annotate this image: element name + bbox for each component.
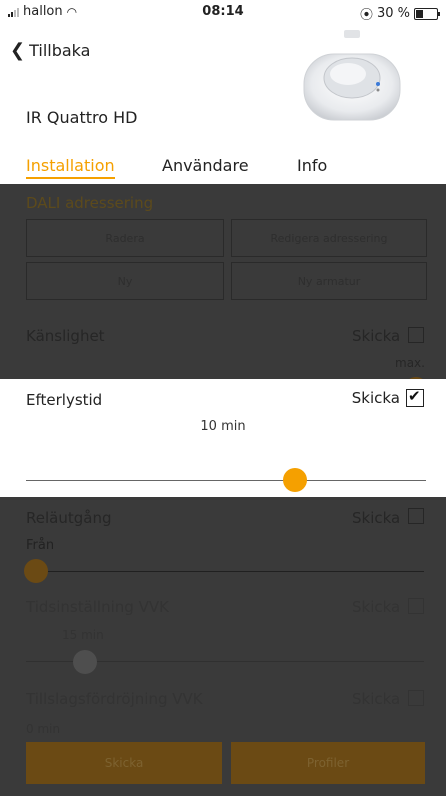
afterlight-send-label: Skicka <box>351 389 400 407</box>
new-fixture-button[interactable]: Ny armatur <box>231 262 427 300</box>
relay-slider-knob[interactable] <box>24 559 48 583</box>
hvac-delay-value: 0 min <box>26 722 61 736</box>
relay-slider-track <box>26 571 424 572</box>
status-right: ⦿ 30 % <box>359 4 440 23</box>
sensor-device-image <box>303 30 401 121</box>
tab-bar: Installation Användare Info <box>0 156 446 184</box>
hvac-delay-send-label: Skicka <box>352 690 401 708</box>
relay-send-label: Skicka <box>352 509 401 527</box>
chevron-left-icon: ❮ <box>10 40 26 61</box>
send-button[interactable]: Skicka <box>26 742 222 784</box>
tab-users[interactable]: Användare <box>162 156 249 175</box>
back-button[interactable]: ❮ Tillbaka <box>10 40 90 61</box>
profiles-button[interactable]: Profiler <box>231 742 425 784</box>
status-bar: hallon ◠ 08:14 ⦿ 30 % <box>0 0 446 23</box>
edit-addressing-button[interactable]: Redigera adressering <box>231 219 427 257</box>
rotation-lock-icon: ⦿ <box>359 8 373 23</box>
sensitivity-send-checkbox[interactable] <box>408 327 424 343</box>
relay-value: Från <box>26 538 55 553</box>
hvac-time-slider-knob[interactable] <box>73 650 97 674</box>
battery-icon <box>414 7 440 20</box>
hvac-delay-send-checkbox[interactable] <box>408 690 424 706</box>
dali-section-title: DALI adressering <box>26 194 154 212</box>
afterlight-value: 10 min <box>200 419 246 434</box>
sensitivity-label: Känslighet <box>26 327 105 345</box>
back-label: Tillbaka <box>29 41 91 60</box>
relay-label: Reläutgång <box>26 509 112 527</box>
afterlight-label: Efterlystid <box>26 391 103 409</box>
battery-percent: 30 % <box>376 6 410 21</box>
hvac-delay-label: Tillslagsfördröjning VVK <box>26 690 203 708</box>
new-button[interactable]: Ny <box>26 262 224 300</box>
tab-installation[interactable]: Installation <box>26 156 115 179</box>
sensitivity-send-label: Skicka <box>352 327 401 345</box>
afterlight-send-checkbox[interactable] <box>406 387 424 407</box>
relay-send-checkbox[interactable] <box>408 508 424 524</box>
sensitivity-value: max. <box>395 356 425 370</box>
clear-button[interactable]: Radera <box>26 219 224 257</box>
tab-info[interactable]: Info <box>297 156 327 175</box>
hvac-time-send-label: Skicka <box>352 598 401 616</box>
afterlight-send[interactable]: Skicka <box>351 387 424 407</box>
device-name: IR Quattro HD <box>26 108 138 127</box>
afterlight-slider-knob[interactable] <box>283 468 307 492</box>
hvac-time-value: 15 min <box>62 628 104 642</box>
hvac-time-label: Tidsinställning VVK <box>26 598 169 616</box>
hvac-time-send-checkbox[interactable] <box>408 598 424 614</box>
afterlight-slider-track <box>26 480 426 481</box>
afterlight-panel: Efterlystid Skicka 10 min <box>0 379 446 497</box>
